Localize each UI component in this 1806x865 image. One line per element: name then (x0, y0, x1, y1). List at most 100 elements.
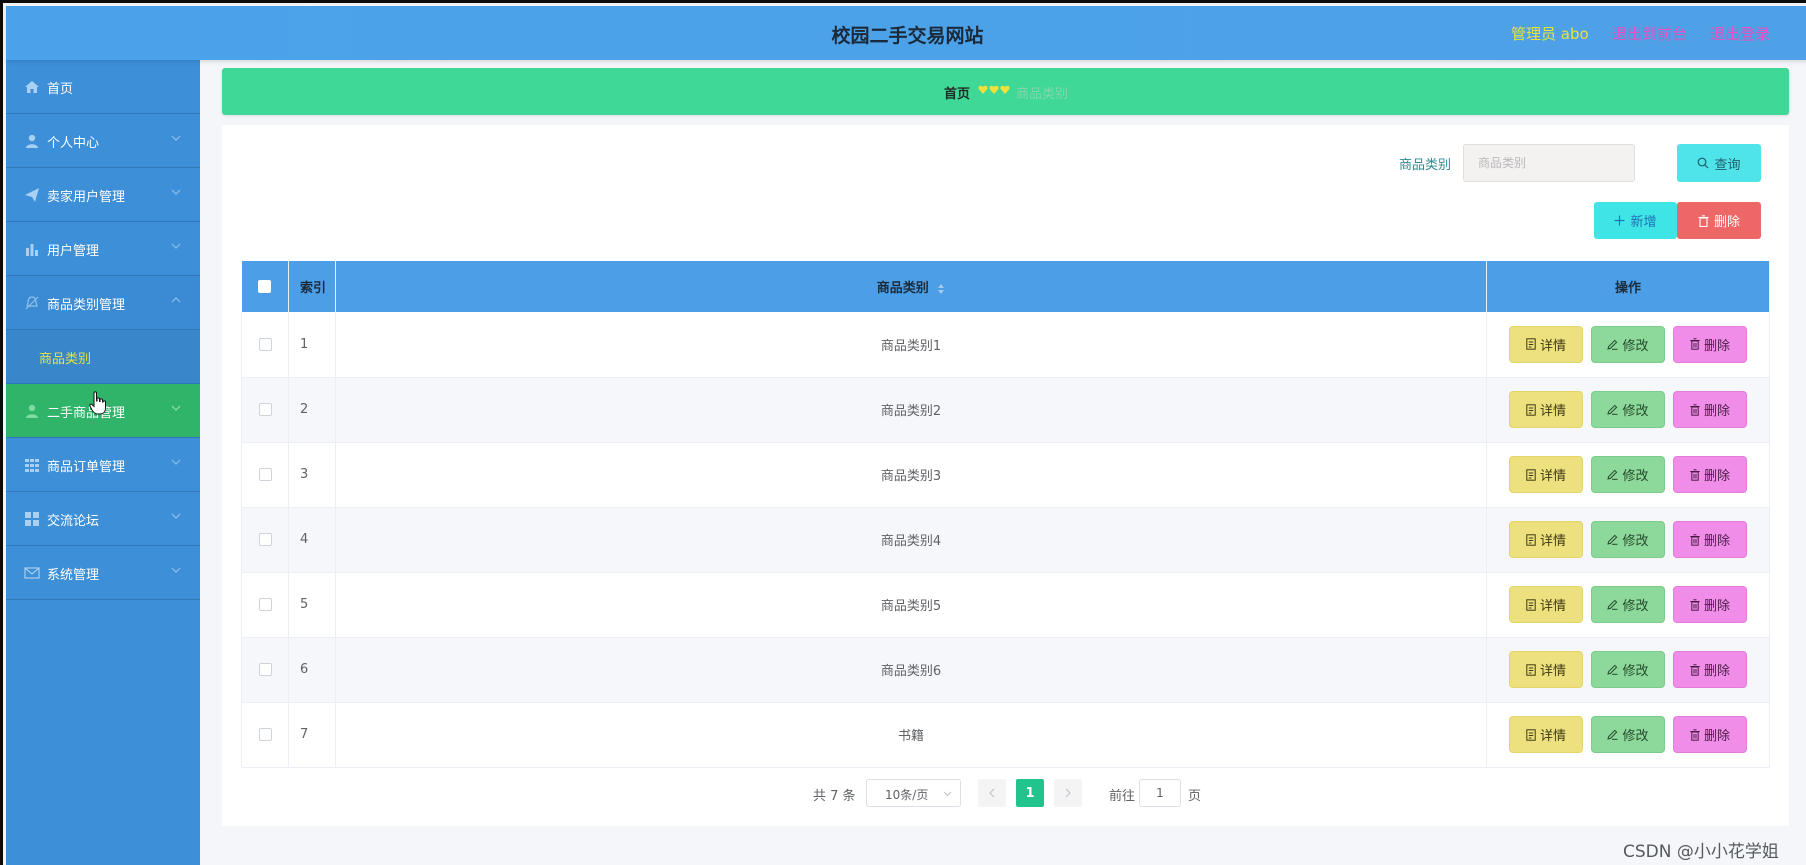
edit-button[interactable]: 修改 (1591, 521, 1665, 558)
chevron-down-icon (171, 567, 181, 573)
detail-button[interactable]: 详情 (1509, 456, 1583, 493)
row-actions: 详情 修改 删除 (1486, 312, 1770, 378)
sidebar-item-orders[interactable]: 商品订单管理 (6, 438, 200, 492)
back-to-front-link[interactable]: 退出到前台 (1612, 23, 1687, 44)
next-page-button[interactable] (1054, 779, 1082, 807)
trash-icon (1690, 338, 1700, 350)
remove-button[interactable]: 删除 (1673, 716, 1747, 753)
edit-button-label: 修改 (1622, 534, 1649, 549)
trash-icon (1690, 468, 1700, 481)
row-index: 2 (288, 377, 336, 443)
prev-page-button[interactable] (978, 779, 1006, 807)
edit-button[interactable]: 修改 (1591, 716, 1665, 753)
row-checkbox[interactable] (258, 598, 272, 611)
page-size-select[interactable]: 10条/页 (866, 779, 961, 807)
table-row: 4 商品类别4 详情 修改 删除 (241, 507, 1770, 573)
sidebar-item-label: 用户管理 (47, 244, 100, 259)
edit-button[interactable]: 修改 (1591, 651, 1665, 688)
remove-button[interactable]: 删除 (1673, 651, 1747, 688)
pencil-icon (1607, 404, 1618, 415)
select-all-checkbox[interactable] (258, 280, 272, 293)
chevron-left-icon (989, 788, 995, 798)
sidebar-item-system[interactable]: 系统管理 (6, 546, 200, 600)
query-button[interactable]: 查询 (1677, 144, 1761, 182)
row-actions: 详情 修改 删除 (1486, 572, 1770, 638)
row-index: 4 (288, 507, 336, 573)
sidebar-item-home[interactable]: 首页 (6, 60, 200, 114)
remove-button[interactable]: 删除 (1673, 325, 1747, 363)
row-actions: 详情 修改 删除 (1486, 637, 1770, 703)
page-number-current[interactable]: 1 (1016, 779, 1044, 807)
user-icon (26, 404, 38, 418)
detail-button-label: 详情 (1539, 729, 1566, 744)
row-select-cell (241, 637, 289, 703)
row-select-cell (241, 312, 289, 378)
edit-button[interactable]: 修改 (1591, 391, 1665, 428)
bell-off-icon (25, 296, 39, 310)
select-all-cell (241, 261, 289, 312)
remove-button[interactable]: 删除 (1673, 521, 1747, 558)
column-header-category[interactable]: 商品类别 (335, 261, 1487, 312)
sidebar-item-label: 首页 (47, 82, 74, 97)
sidebar-subitem-category[interactable]: 商品类别 (6, 330, 200, 384)
pencil-icon (1607, 599, 1618, 610)
sidebar-item-category-management[interactable]: 商品类别管理 (6, 276, 200, 330)
chevron-down-icon (171, 135, 181, 141)
row-checkbox[interactable] (258, 728, 272, 741)
hearts-separator-icon (978, 85, 1010, 94)
detail-button[interactable]: 详情 (1509, 325, 1583, 363)
sidebar-item-users[interactable]: 用户管理 (6, 222, 200, 276)
add-button[interactable]: 新增 (1594, 202, 1677, 239)
batch-delete-label: 删除 (1713, 215, 1740, 230)
row-checkbox[interactable] (258, 533, 272, 546)
row-category: 商品类别2 (335, 377, 1487, 443)
category-search-input[interactable] (1463, 144, 1635, 182)
detail-button[interactable]: 详情 (1509, 651, 1583, 688)
goto-page-input[interactable] (1139, 779, 1181, 807)
remove-button[interactable]: 删除 (1673, 391, 1747, 428)
sidebar-item-seller-users[interactable]: 卖家用户管理 (6, 168, 200, 222)
table-row: 5 商品类别5 详情 修改 删除 (241, 572, 1770, 638)
detail-button[interactable]: 详情 (1509, 586, 1583, 623)
chevron-down-icon (171, 513, 181, 519)
add-button-label: 新增 (1630, 215, 1657, 230)
user-icon (26, 134, 38, 148)
sidebar-item-label: 商品类别管理 (47, 298, 126, 313)
chevron-down-icon (171, 243, 181, 249)
sidebar-item-forum[interactable]: 交流论坛 (6, 492, 200, 546)
row-category: 商品类别6 (335, 637, 1487, 703)
table-header-row: 索引 商品类别 操作 (241, 261, 1770, 312)
row-select-cell (241, 377, 289, 443)
remove-button[interactable]: 删除 (1673, 456, 1747, 493)
row-select-cell (241, 572, 289, 638)
logout-link[interactable]: 退出登录 (1710, 23, 1770, 44)
detail-button-label: 详情 (1539, 338, 1566, 354)
document-icon (1526, 598, 1536, 611)
row-checkbox[interactable] (258, 337, 272, 351)
sort-caret-icon[interactable] (937, 283, 945, 295)
row-category: 商品类别1 (335, 312, 1487, 378)
row-select-cell (241, 702, 289, 768)
pencil-icon (1607, 339, 1618, 350)
sidebar-item-label: 商品订单管理 (47, 460, 126, 475)
edit-button[interactable]: 修改 (1591, 456, 1665, 493)
row-checkbox[interactable] (258, 403, 272, 416)
detail-button[interactable]: 详情 (1509, 391, 1583, 428)
sidebar-item-label: 个人中心 (47, 136, 100, 151)
batch-delete-button[interactable]: 删除 (1677, 202, 1761, 239)
detail-button[interactable]: 详情 (1509, 716, 1583, 753)
pagination-total: 共 7 条 (813, 789, 856, 804)
edit-button[interactable]: 修改 (1591, 586, 1665, 623)
sidebar-item-personal-center[interactable]: 个人中心 (6, 114, 200, 168)
row-actions: 详情 修改 删除 (1486, 442, 1770, 508)
search-icon (1698, 157, 1709, 169)
remove-button[interactable]: 删除 (1673, 586, 1747, 623)
row-checkbox[interactable] (258, 663, 272, 676)
edit-button[interactable]: 修改 (1591, 325, 1665, 363)
table-row: 6 商品类别6 详情 修改 删除 (241, 637, 1770, 703)
breadcrumb-home[interactable]: 首页 (944, 83, 970, 102)
row-checkbox[interactable] (258, 468, 272, 481)
detail-button-label: 详情 (1539, 599, 1566, 614)
detail-button-label: 详情 (1539, 534, 1566, 549)
detail-button[interactable]: 详情 (1509, 521, 1583, 558)
